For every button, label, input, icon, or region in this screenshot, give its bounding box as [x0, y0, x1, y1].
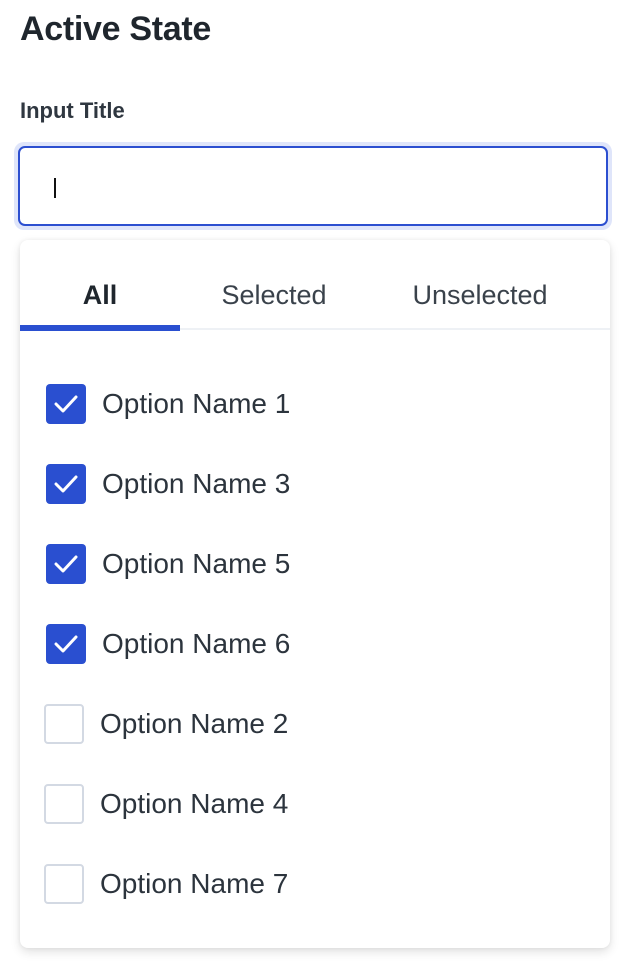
option-label: Option Name 2	[100, 708, 289, 739]
dropdown-panel: All Selected Unselected Option Name 1 Op…	[20, 240, 610, 948]
page-title: Active State	[20, 10, 212, 48]
checkmark-icon	[54, 555, 78, 573]
option-label: Option Name 1	[102, 388, 291, 419]
checkmark-icon	[54, 395, 78, 413]
option-item[interactable]: Option Name 7	[20, 844, 610, 924]
checkbox-checked[interactable]	[46, 464, 86, 504]
checkbox-unchecked[interactable]	[44, 864, 84, 904]
option-label: Option Name 4	[100, 788, 289, 819]
option-label: Option Name 3	[102, 468, 291, 499]
checkbox-checked[interactable]	[46, 624, 86, 664]
options-list: Option Name 1 Option Name 3 Option Name …	[20, 364, 610, 924]
checkbox-unchecked[interactable]	[44, 784, 84, 824]
checkbox-unchecked[interactable]	[44, 704, 84, 744]
tab-all[interactable]: All	[20, 280, 180, 311]
option-label: Option Name 5	[102, 548, 291, 579]
tab-unselected[interactable]: Unselected	[388, 280, 572, 311]
text-caret	[54, 178, 56, 198]
option-item[interactable]: Option Name 1	[20, 364, 610, 444]
checkbox-checked[interactable]	[46, 384, 86, 424]
active-tab-indicator	[20, 325, 180, 331]
input-label: Input Title	[20, 98, 125, 123]
tab-selected[interactable]: Selected	[192, 280, 356, 311]
option-item[interactable]: Option Name 5	[20, 524, 610, 604]
filter-tabs: All Selected Unselected	[20, 240, 610, 331]
option-item[interactable]: Option Name 4	[20, 764, 610, 844]
input-title-field[interactable]	[18, 146, 608, 226]
option-item[interactable]: Option Name 3	[20, 444, 610, 524]
checkbox-checked[interactable]	[46, 544, 86, 584]
option-label: Option Name 7	[100, 868, 289, 899]
option-label: Option Name 6	[102, 628, 291, 659]
option-item[interactable]: Option Name 6	[20, 604, 610, 684]
checkmark-icon	[54, 475, 78, 493]
option-item[interactable]: Option Name 2	[20, 684, 610, 764]
input-focus-ring	[14, 142, 612, 230]
checkmark-icon	[54, 635, 78, 653]
